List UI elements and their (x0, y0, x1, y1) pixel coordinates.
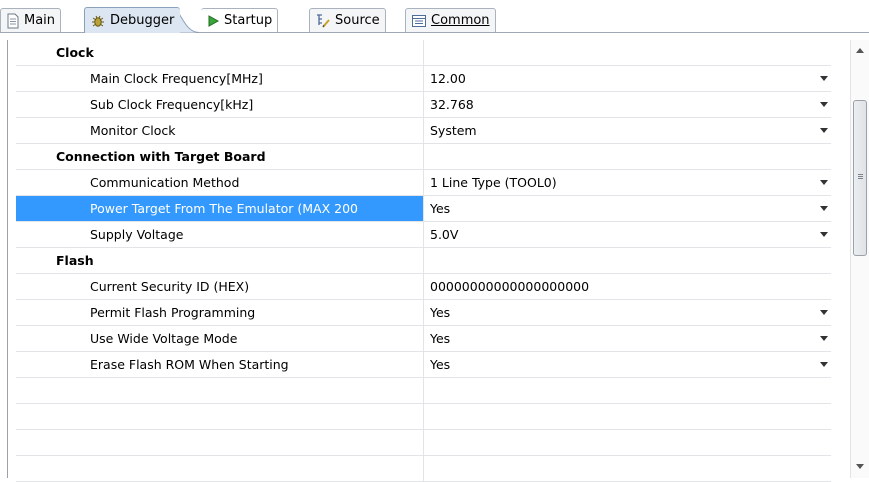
table-row[interactable]: Clock (16, 40, 831, 66)
dropdown-arrow-icon[interactable] (820, 232, 828, 237)
property-value[interactable]: Yes (424, 300, 831, 325)
dropdown-arrow-icon[interactable] (820, 102, 828, 107)
table-row[interactable]: Flash (16, 248, 831, 274)
scroll-down-arrow-icon[interactable] (856, 464, 864, 469)
property-value (424, 144, 831, 169)
scroll-thumb[interactable] (853, 100, 867, 256)
property-value[interactable]: System (424, 118, 831, 143)
property-value (424, 40, 831, 65)
properties-table: Clock Main Clock Frequency[MHz] 12.00 Sub… (16, 40, 831, 482)
dropdown-arrow-icon[interactable] (820, 206, 828, 211)
dropdown-arrow-icon[interactable] (820, 362, 828, 367)
tab-label: Startup (224, 13, 273, 28)
tab-startup[interactable]: Startup (201, 8, 279, 32)
table-row[interactable]: Sub Clock Frequency[kHz] 32.768 (16, 92, 831, 118)
empty-row (16, 456, 831, 482)
property-value[interactable]: Yes (424, 352, 831, 377)
property-value (424, 248, 831, 273)
source-icon (317, 13, 330, 28)
property-value[interactable]: Yes (424, 196, 831, 221)
property-name: Monitor Clock (16, 118, 424, 143)
property-name: Erase Flash ROM When Starting (16, 352, 424, 377)
tab-label: Main (24, 13, 56, 28)
dropdown-arrow-icon[interactable] (820, 180, 828, 185)
table-row[interactable]: Current Security ID (HEX) 000000000000000… (16, 274, 831, 300)
table-row[interactable]: Connection with Target Board (16, 144, 831, 170)
property-name: Permit Flash Programming (16, 300, 424, 325)
empty-row (16, 404, 831, 430)
tab-source[interactable]: Source (309, 8, 386, 32)
dropdown-arrow-icon[interactable] (820, 310, 828, 315)
property-value[interactable]: 32.768 (424, 92, 831, 117)
table-row[interactable]: Use Wide Voltage Mode Yes (16, 326, 831, 352)
table-row[interactable]: Monitor Clock System (16, 118, 831, 144)
table-row[interactable]: Communication Method 1 Line Type (TOOL0) (16, 170, 831, 196)
property-name: Supply Voltage (16, 222, 424, 247)
tab-label: Debugger (110, 13, 175, 28)
property-name: Current Security ID (HEX) (16, 274, 424, 299)
property-value[interactable]: 5.0V (424, 222, 831, 247)
tab-debugger[interactable]: Debugger (84, 7, 180, 33)
table-row[interactable]: Supply Voltage 5.0V (16, 222, 831, 248)
scroll-up-arrow-icon[interactable] (856, 48, 864, 53)
dropdown-arrow-icon[interactable] (820, 76, 828, 81)
tab-main[interactable]: Main (0, 8, 62, 32)
tab-label: Source (335, 13, 380, 28)
dropdown-arrow-icon[interactable] (820, 336, 828, 341)
empty-row (16, 430, 831, 456)
property-value[interactable]: Yes (424, 326, 831, 351)
vertical-scrollbar[interactable] (850, 40, 869, 478)
tab-strip: Main Debugger Startup Source Common (0, 0, 869, 34)
property-name: Clock (16, 40, 424, 65)
table-row[interactable]: Main Clock Frequency[MHz] 12.00 (16, 66, 831, 92)
property-name: Power Target From The Emulator (MAX 200 (16, 196, 424, 221)
property-name: Connection with Target Board (16, 144, 424, 169)
property-value[interactable]: 12.00 (424, 66, 831, 91)
table-row[interactable]: Permit Flash Programming Yes (16, 300, 831, 326)
property-name: Sub Clock Frequency[kHz] (16, 92, 424, 117)
property-value[interactable]: 00000000000000000000 (424, 274, 831, 299)
empty-row (16, 378, 831, 404)
dropdown-arrow-icon[interactable] (820, 128, 828, 133)
property-value[interactable]: 1 Line Type (TOOL0) (424, 170, 831, 195)
property-name: Communication Method (16, 170, 424, 195)
property-name: Flash (16, 248, 424, 273)
tab-common[interactable]: Common (405, 8, 496, 32)
table-row[interactable]: Erase Flash ROM When Starting Yes (16, 352, 831, 378)
play-icon (208, 14, 220, 27)
property-name: Main Clock Frequency[MHz] (16, 66, 424, 91)
bug-icon (92, 15, 104, 27)
tab-label: Common (431, 13, 490, 28)
properties-panel: Clock Main Clock Frequency[MHz] 12.00 Sub… (7, 40, 850, 482)
common-icon (412, 14, 426, 27)
property-name: Use Wide Voltage Mode (16, 326, 424, 351)
table-row-selected[interactable]: Power Target From The Emulator (MAX 200 Y… (16, 196, 831, 222)
page-icon (7, 13, 19, 28)
